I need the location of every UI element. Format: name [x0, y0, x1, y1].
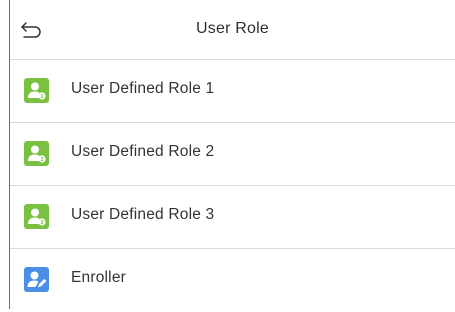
role-badge: 2: [40, 157, 43, 163]
list-item-label: User Defined Role 2: [71, 143, 215, 160]
page-title: User Role: [196, 20, 269, 37]
list-item-user-defined-role-1[interactable]: 1 User Defined Role 1: [10, 60, 455, 123]
user-role-icon: 3: [24, 204, 49, 229]
user-role-screen: User Role 1 User Defined Role 1 2 User D…: [9, 0, 455, 309]
user-role-icon: 1: [24, 78, 49, 103]
list-item-user-defined-role-2[interactable]: 2 User Defined Role 2: [10, 123, 455, 186]
list-item-user-defined-role-3[interactable]: 3 User Defined Role 3: [10, 186, 455, 249]
list-item-label: Enroller: [71, 269, 127, 286]
user-role-icon: 2: [24, 141, 49, 166]
header-bar: User Role: [10, 0, 455, 60]
list-item-label: User Defined Role 3: [71, 206, 215, 223]
enroller-icon: [24, 267, 49, 292]
role-list: 1 User Defined Role 1 2 User Defined Rol…: [10, 60, 455, 312]
role-badge: 1: [40, 94, 43, 100]
list-item-label: User Defined Role 1: [71, 80, 215, 97]
list-item-enroller[interactable]: Enroller: [10, 249, 455, 312]
role-badge: 3: [40, 220, 43, 226]
